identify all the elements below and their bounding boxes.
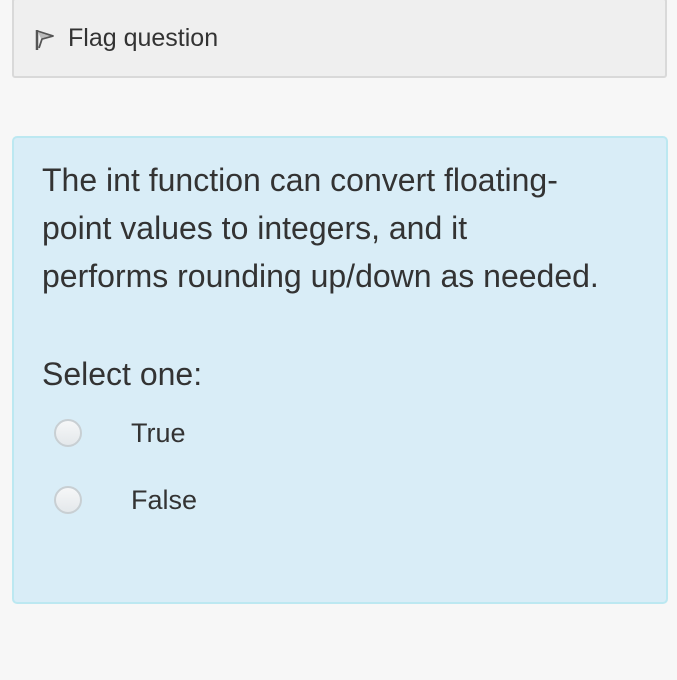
option-false[interactable]: False xyxy=(42,480,638,520)
question-text: The int function can convert floating-po… xyxy=(42,162,599,294)
flag-question-label: Flag question xyxy=(68,23,219,52)
radio-false[interactable] xyxy=(54,486,82,514)
question-panel: The int function can convert floating-po… xyxy=(12,136,668,604)
radio-true[interactable] xyxy=(54,419,82,447)
flag-outline-icon xyxy=(34,28,56,52)
page: Flag question The int function can conve… xyxy=(0,0,677,680)
flag-question-panel: Flag question xyxy=(12,0,667,78)
flag-question-button[interactable]: Flag question xyxy=(34,24,218,53)
option-true[interactable]: True xyxy=(42,413,638,453)
option-false-label[interactable]: False xyxy=(131,485,197,516)
option-true-label[interactable]: True xyxy=(131,418,186,449)
select-one-prompt: Select one: xyxy=(42,356,203,392)
